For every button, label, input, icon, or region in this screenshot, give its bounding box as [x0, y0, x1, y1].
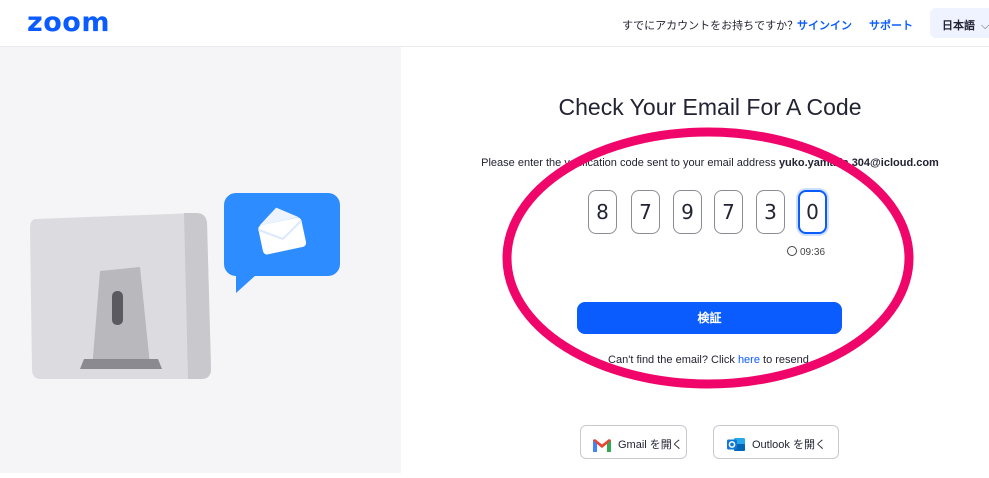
open-gmail-button[interactable]: Gmail を開く — [580, 425, 687, 459]
timer-value: 09:36 — [800, 247, 826, 258]
illustration-panel — [0, 47, 401, 473]
gmail-icon — [593, 439, 611, 452]
support-link[interactable]: サポート — [869, 17, 913, 33]
instructions-prefix: Please enter the verification code sent … — [481, 157, 779, 169]
code-digit-4[interactable]: 7 — [714, 190, 743, 234]
account-question: すでにアカウントをお持ちですか？ — [622, 20, 799, 32]
email-address: yuko.yamada.304@icloud.com — [778, 157, 939, 169]
code-digit-3[interactable]: 9 — [673, 190, 702, 234]
outlook-icon — [727, 438, 745, 451]
chevron-down-icon: ⌵ — [981, 20, 989, 32]
countdown-timer: 09:36 — [787, 246, 825, 258]
signin-link[interactable]: サインイン — [797, 17, 852, 33]
code-digit-2[interactable]: 7 — [631, 190, 660, 234]
zoom-logo[interactable]: zoom — [27, 7, 110, 38]
code-digit-1[interactable]: 8 — [588, 190, 617, 234]
instructions-text: Please enter the verification code sent … — [470, 157, 950, 169]
language-selector[interactable]: 日本語 ⌵ — [930, 8, 989, 38]
code-digit-6[interactable]: 0 — [798, 190, 827, 234]
gmail-label: Gmail を開く — [618, 439, 683, 451]
page-title: Check Your Email For A Code — [558, 94, 862, 120]
language-label: 日本語 — [942, 20, 975, 32]
outlook-label: Outlook を開く — [752, 439, 826, 451]
open-outlook-button[interactable]: Outlook を開く — [713, 425, 839, 459]
resend-link[interactable]: here — [738, 354, 760, 366]
resend-text: Can't find the email? Click here to rese… — [520, 354, 900, 366]
resend-prefix: Can't find the email? Click — [608, 354, 738, 366]
resend-suffix: to resend. — [759, 354, 812, 366]
code-digit-5[interactable]: 3 — [756, 190, 785, 234]
monitor-mail-illustration — [30, 193, 340, 379]
top-header: zoom すでにアカウントをお持ちですか？ サインイン サポート 日本語 ⌵ — [0, 0, 989, 47]
verify-button[interactable]: 検証 — [577, 302, 842, 334]
clock-icon — [787, 246, 797, 256]
